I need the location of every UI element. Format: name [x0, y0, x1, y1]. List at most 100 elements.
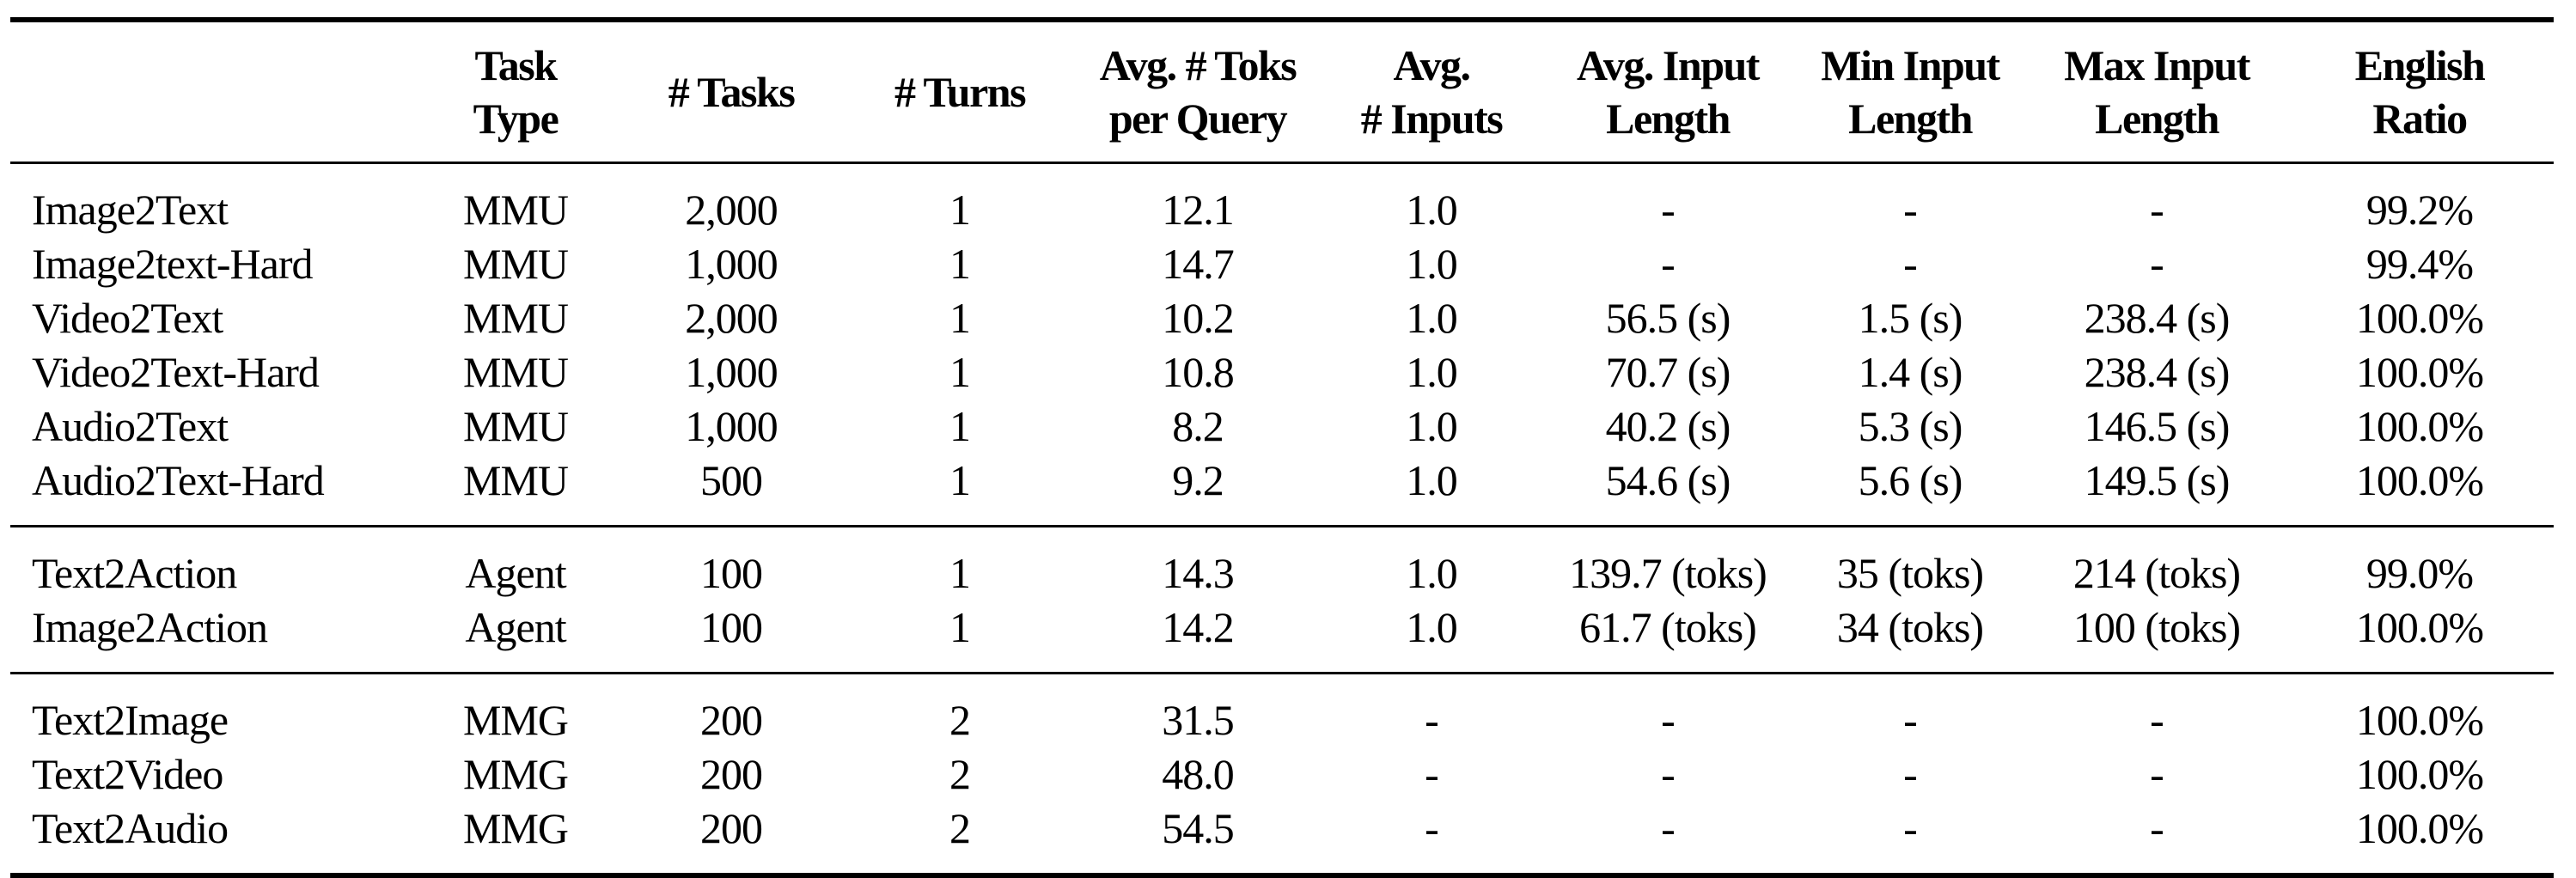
- cell-num-turns: 1: [949, 603, 971, 651]
- cell-min-input-length: -: [1903, 186, 1918, 234]
- cell-task-type: MMG: [462, 750, 569, 798]
- cell-task-name: Text2Video: [32, 750, 223, 798]
- cell-max-input-length: -: [2150, 750, 2164, 798]
- table-row: Video2Text-Hard MMU 1,000 1 10.8 1.0 70.7 (s) 1…: [10, 345, 2554, 399]
- header-max-input-length-line-1: Max Input: [2064, 41, 2250, 89]
- cell-avg-input-length: -: [1661, 750, 1676, 798]
- cell-num-tasks: 500: [700, 456, 763, 504]
- header-english-ratio-line-2: Ratio: [2372, 95, 2468, 143]
- cell-num-tasks: 100: [700, 549, 763, 597]
- cell-max-input-length: -: [2150, 696, 2164, 744]
- group-mmu: Image2Text MMU 2,000 1 12.1 1.0- - -99.2% Image2…: [10, 163, 2554, 527]
- cell-num-tasks: 1,000: [685, 348, 778, 396]
- cell-num-turns: 2: [949, 696, 971, 744]
- cell-num-turns: 1: [949, 186, 971, 234]
- cell-num-turns: 2: [949, 804, 971, 852]
- header-min-input-length-line-1: Min Input: [1821, 41, 2000, 89]
- cell-avg-toks-per-query: 12.1: [1162, 186, 1235, 234]
- cell-task-type: MMU: [462, 294, 569, 342]
- cell-min-input-length: -: [1903, 696, 1918, 744]
- cell-avg-input-length: 61.7 (toks): [1579, 603, 1757, 651]
- header-num-turns-line-1: # Turns: [894, 68, 1027, 116]
- cell-max-input-length: 214 (toks): [2072, 549, 2241, 597]
- cell-task-type: MMU: [462, 240, 569, 288]
- cell-avg-input-length: 70.7 (s): [1605, 348, 1731, 396]
- cell-avg-toks-per-query: 14.3: [1162, 549, 1235, 597]
- cell-num-tasks: 2,000: [685, 294, 778, 342]
- cell-max-input-length: 146.5 (s): [2084, 402, 2231, 450]
- cell-avg-toks-per-query: 9.2: [1172, 456, 1224, 504]
- header-avg-inputs-line-1: Avg.: [1393, 41, 1471, 89]
- header-row: Task Type # Tasks # Turns Avg. # Toks pe…: [10, 20, 2554, 163]
- header-task-type-line-2: Type: [473, 95, 559, 143]
- cell-num-turns: 1: [949, 456, 971, 504]
- cell-english-ratio: 100.0%: [2355, 348, 2484, 396]
- table-row: Text2Audio MMG 200 2 54.5 - - - - 100.0%: [10, 802, 2554, 875]
- cell-num-turns: 1: [949, 240, 971, 288]
- table-row: Image2Text MMU 2,000 1 12.1 1.0 - - - 99.2%: [10, 163, 2554, 238]
- cell-num-tasks: 200: [700, 804, 763, 852]
- cell-max-input-length: 100 (toks): [2072, 603, 2241, 651]
- cell-min-input-length: 1.5 (s): [1858, 294, 1963, 342]
- cell-task-type: MMG: [462, 696, 569, 744]
- header-max-input-length: Max Input Length: [2028, 20, 2286, 163]
- cell-task-name: Video2Text-Hard: [32, 348, 320, 396]
- header-num-tasks-line-1: # Tasks: [668, 68, 796, 116]
- cell-task-name: Text2Image: [32, 696, 229, 744]
- header-min-input-length-line-2: Length: [1848, 95, 1973, 143]
- header-avg-toks-line-1: Avg. # Toks: [1099, 41, 1297, 89]
- cell-avg-toks-per-query: 8.2: [1172, 402, 1224, 450]
- cell-task-type: Agent: [465, 549, 566, 597]
- cell-avg-toks-per-query: 10.2: [1162, 294, 1235, 342]
- cell-num-tasks: 100: [700, 603, 763, 651]
- cell-avg-num-inputs: 1.0: [1406, 186, 1458, 234]
- header-avg-inputs-line-2: # Inputs: [1360, 95, 1504, 143]
- table-row: Text2Action Agent 100 1 14.3 1.0 139.7 (toks) 3…: [10, 527, 2554, 601]
- cell-min-input-length: 5.3 (s): [1858, 402, 1963, 450]
- cell-english-ratio: 100.0%: [2355, 696, 2484, 744]
- header-avg-input-length-line-2: Length: [1606, 95, 1731, 143]
- cell-num-turns: 1: [949, 549, 971, 597]
- cell-max-input-length: -: [2150, 186, 2164, 234]
- group-agent: Text2Action Agent 100 1 14.3 1.0 139.7 (toks) 3…: [10, 527, 2554, 674]
- cell-avg-toks-per-query: 10.8: [1162, 348, 1235, 396]
- cell-avg-input-length: 56.5 (s): [1605, 294, 1731, 342]
- cell-avg-toks-per-query: 54.5: [1162, 804, 1235, 852]
- header-num-turns: # Turns: [844, 20, 1076, 163]
- cell-english-ratio: 100.0%: [2355, 402, 2484, 450]
- cell-task-type: MMU: [462, 456, 569, 504]
- header-avg-toks-per-query: Avg. # Toks per Query: [1076, 20, 1320, 163]
- cell-avg-input-length: 40.2 (s): [1605, 402, 1731, 450]
- table-row: Audio2Text MMU 1,000 1 8.2 1.0 40.2 (s) 5.3 (s)…: [10, 399, 2554, 454]
- table-row: Text2Video MMG 200 2 48.0 - - - - 100.0%: [10, 747, 2554, 802]
- cell-task-name: Audio2Text-Hard: [32, 456, 325, 504]
- cell-num-turns: 1: [949, 294, 971, 342]
- cell-num-tasks: 1,000: [685, 402, 778, 450]
- cell-task-type: Agent: [465, 603, 566, 651]
- header-min-input-length: Min Input Length: [1792, 20, 2028, 163]
- cell-num-turns: 2: [949, 750, 971, 798]
- cell-english-ratio: 100.0%: [2355, 603, 2484, 651]
- cell-english-ratio: 99.0%: [2365, 549, 2474, 597]
- cell-english-ratio: 99.2%: [2365, 186, 2474, 234]
- cell-num-turns: 1: [949, 402, 971, 450]
- cell-avg-toks-per-query: 14.7: [1162, 240, 1235, 288]
- cell-min-input-length: 1.4 (s): [1858, 348, 1963, 396]
- header-max-input-length-line-2: Length: [2095, 95, 2219, 143]
- dataset-statistics-table: Task Type # Tasks # Turns Avg. # Toks pe…: [10, 17, 2554, 878]
- table-row: Image2text-Hard MMU 1,000 1 14.7 1.0 - - - 99.4%: [10, 237, 2554, 291]
- cell-avg-num-inputs: 1.0: [1406, 348, 1458, 396]
- cell-max-input-length: -: [2150, 240, 2164, 288]
- dataset-statistics-table-container: Task Type # Tasks # Turns Avg. # Toks pe…: [10, 17, 2554, 878]
- header-name: [10, 20, 412, 163]
- cell-task-type: MMU: [462, 348, 569, 396]
- cell-num-tasks: 1,000: [685, 240, 778, 288]
- cell-avg-toks-per-query: 48.0: [1162, 750, 1235, 798]
- header-avg-input-length: Avg. Input Length: [1543, 20, 1792, 163]
- cell-max-input-length: 238.4 (s): [2084, 348, 2231, 396]
- cell-english-ratio: 99.4%: [2365, 240, 2474, 288]
- header-english-ratio-line-1: English: [2354, 41, 2486, 89]
- cell-num-tasks: 200: [700, 696, 763, 744]
- cell-task-type: MMG: [462, 804, 569, 852]
- cell-avg-toks-per-query: 14.2: [1162, 603, 1235, 651]
